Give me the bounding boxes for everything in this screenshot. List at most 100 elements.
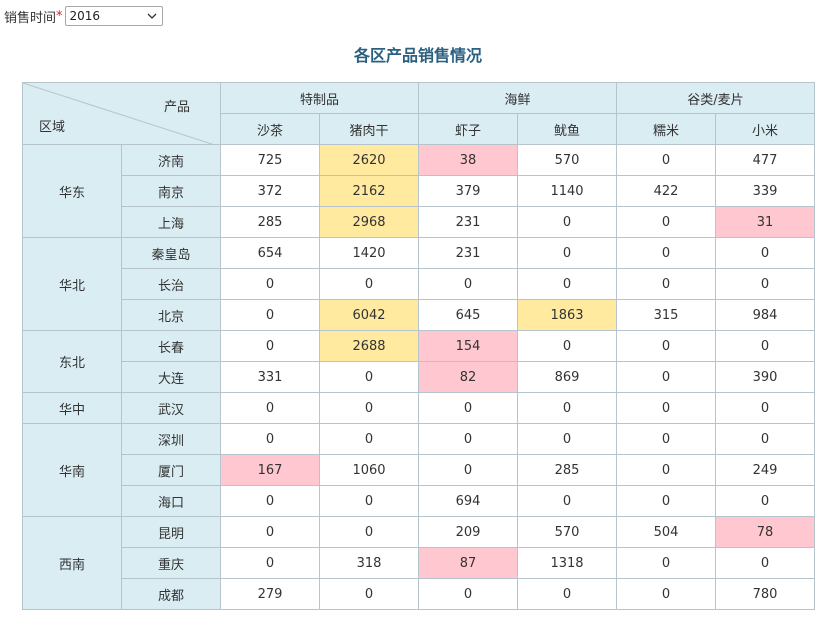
value-cell: 570 — [517, 144, 617, 176]
year-select-value: 2016 — [69, 9, 101, 23]
group-header: 谷类/麦片 — [616, 82, 815, 114]
region-cell: 华东 — [22, 144, 122, 238]
value-cell: 780 — [715, 578, 815, 610]
product-header: 小米 — [715, 113, 815, 145]
value-cell: 1318 — [517, 547, 617, 579]
value-cell: 0 — [517, 578, 617, 610]
value-cell: 167 — [220, 454, 320, 486]
value-cell: 0 — [715, 485, 815, 517]
region-cell: 华北 — [22, 237, 122, 331]
value-cell: 249 — [715, 454, 815, 486]
value-cell: 0 — [220, 485, 320, 517]
value-cell: 0 — [220, 516, 320, 548]
city-cell: 长治 — [121, 268, 221, 300]
city-cell: 大连 — [121, 361, 221, 393]
value-cell: 1420 — [319, 237, 419, 269]
table-row: 上海 285 2968 231 0 0 31 — [23, 206, 815, 238]
product-header: 糯米 — [616, 113, 716, 145]
city-cell: 北京 — [121, 299, 221, 331]
value-cell: 0 — [517, 392, 617, 424]
value-cell: 331 — [220, 361, 320, 393]
value-cell: 0 — [616, 578, 716, 610]
chevron-down-icon — [147, 13, 156, 19]
table-row: 华东 济南 725 2620 38 570 0 477 — [22, 144, 815, 238]
product-header: 虾子 — [418, 113, 518, 145]
value-cell: 0 — [616, 268, 716, 300]
value-cell: 0 — [715, 330, 815, 362]
city-cell: 重庆 — [121, 547, 221, 579]
product-axis-label: 产品 — [163, 100, 190, 115]
value-cell: 78 — [715, 516, 815, 548]
city-cell: 长春 — [121, 330, 221, 362]
value-cell: 279 — [220, 578, 320, 610]
value-cell: 984 — [715, 299, 815, 331]
value-cell: 0 — [616, 361, 716, 393]
value-cell: 422 — [616, 175, 716, 207]
value-cell: 285 — [220, 206, 320, 238]
value-cell: 0 — [220, 392, 320, 424]
value-cell: 477 — [715, 144, 815, 176]
value-cell: 570 — [517, 516, 617, 548]
value-cell: 231 — [418, 237, 518, 269]
city-cell: 济南 — [121, 144, 221, 176]
value-cell: 0 — [616, 330, 716, 362]
value-cell: 0 — [616, 485, 716, 517]
value-cell: 0 — [715, 547, 815, 579]
value-cell: 0 — [517, 206, 617, 238]
value-cell: 0 — [319, 361, 419, 393]
value-cell: 645 — [418, 299, 518, 331]
value-cell: 87 — [418, 547, 518, 579]
value-cell: 0 — [220, 330, 320, 362]
value-cell: 0 — [319, 392, 419, 424]
sales-time-label: 销售时间 — [4, 10, 57, 26]
value-cell: 0 — [715, 237, 815, 269]
value-cell: 0 — [517, 237, 617, 269]
value-cell: 82 — [418, 361, 518, 393]
value-cell: 694 — [418, 485, 518, 517]
table-row: 华中 武汉 0 0 0 0 0 0 — [22, 392, 815, 424]
value-cell: 0 — [319, 268, 419, 300]
value-cell: 1140 — [517, 175, 617, 207]
city-cell: 南京 — [121, 175, 221, 207]
value-cell: 0 — [418, 268, 518, 300]
region-cell: 西南 — [22, 516, 122, 610]
value-cell: 209 — [418, 516, 518, 548]
value-cell: 38 — [418, 144, 518, 176]
value-cell: 154 — [418, 330, 518, 362]
value-cell: 0 — [418, 578, 518, 610]
value-cell: 0 — [616, 206, 716, 238]
region-cell: 华中 — [22, 392, 122, 424]
region-cell: 华南 — [22, 423, 122, 517]
table-row: 东北 长春 0 2688 154 0 0 0 — [22, 330, 815, 393]
value-cell: 0 — [220, 423, 320, 455]
product-header: 猪肉干 — [319, 113, 419, 145]
page-title: 各区产品销售情况 — [353, 46, 482, 65]
city-cell: 深圳 — [121, 423, 221, 455]
value-cell: 725 — [220, 144, 320, 176]
value-cell: 339 — [715, 175, 815, 207]
corner-diagonal — [23, 83, 212, 144]
group-header: 海鲜 — [418, 82, 617, 114]
value-cell: 2620 — [319, 144, 419, 176]
value-cell: 0 — [616, 392, 716, 424]
value-cell: 1060 — [319, 454, 419, 486]
value-cell: 504 — [616, 516, 716, 548]
value-cell: 0 — [517, 268, 617, 300]
required-mark: * — [56, 8, 63, 24]
city-cell: 成都 — [121, 578, 221, 610]
city-cell: 上海 — [121, 206, 221, 238]
product-header: 沙茶 — [220, 113, 320, 145]
product-header: 鱿鱼 — [517, 113, 617, 145]
table-corner-header: 产品 区域 — [22, 82, 221, 145]
value-cell: 0 — [517, 330, 617, 362]
city-cell: 武汉 — [121, 392, 221, 424]
year-select[interactable]: 2016 — [64, 6, 163, 26]
value-cell: 390 — [715, 361, 815, 393]
value-cell: 2968 — [319, 206, 419, 238]
table-row: 南京 372 2162 379 1140 422 339 — [23, 175, 815, 207]
value-cell: 0 — [715, 268, 815, 300]
city-cell: 昆明 — [121, 516, 221, 548]
value-cell: 318 — [319, 547, 419, 579]
sales-table: 产品 区域 特制品 海鲜 谷类/麦片 沙茶 猪肉干 虾子 鱿鱼 糯米 小米 华东… — [22, 82, 815, 610]
city-cell: 厦门 — [121, 454, 221, 486]
